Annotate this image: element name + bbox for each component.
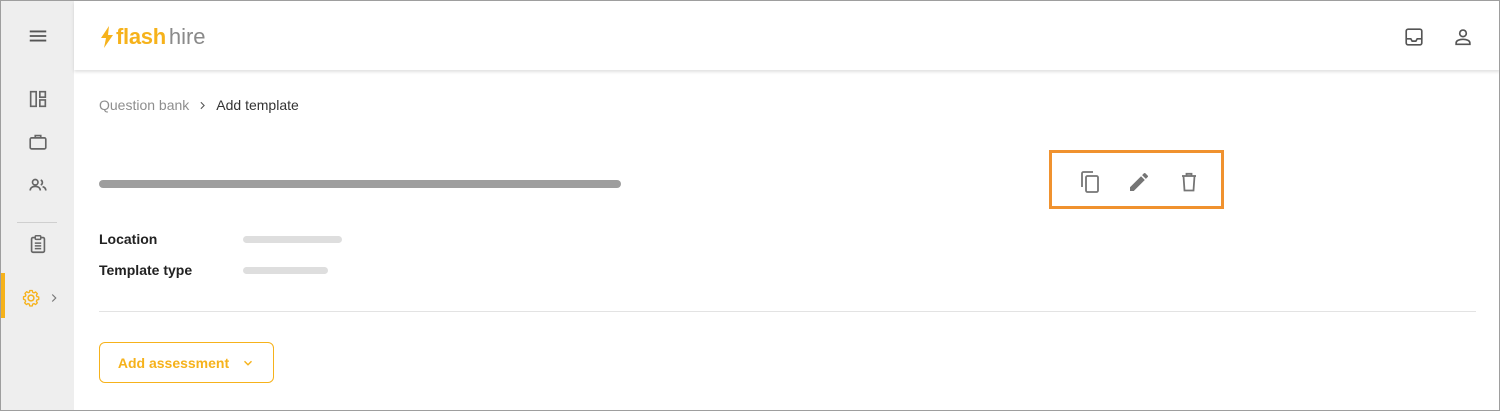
people-icon [28,178,47,191]
delete-trash-icon[interactable] [1176,169,1202,195]
sidebar-item-question-bank[interactable] [1,226,74,262]
add-assessment-label: Add assessment [117,354,230,371]
brand-name-secondary: hire [168,24,206,49]
clipboard-icon [30,235,45,254]
main-content: Question bank Add template Location Temp… [74,70,1499,410]
lightning-icon [101,26,113,48]
sidebar [1,1,74,410]
dashboard-icon [29,90,46,108]
sidebar-divider [17,222,57,223]
chevron-down-icon [244,360,253,366]
template-type-label: Template type [99,262,193,278]
breadcrumb-current: Add template [216,97,299,113]
briefcase-icon [28,134,47,150]
brand-name-primary: flash [116,24,166,49]
account-icon[interactable] [1451,25,1475,49]
sidebar-item-settings[interactable] [21,285,67,311]
brand-logo[interactable]: flash hire [100,22,206,52]
copy-icon[interactable] [1077,169,1103,195]
breadcrumb-question-bank[interactable]: Question bank [99,97,189,113]
top-bar: flash hire [74,1,1499,70]
add-assessment-button[interactable]: Add assessment [99,342,274,383]
sidebar-active-indicator [1,273,5,318]
sidebar-item-candidates[interactable] [1,167,74,203]
template-type-value-placeholder [243,267,328,274]
breadcrumb: Question bank Add template [99,97,299,113]
edit-pencil-icon[interactable] [1126,169,1152,195]
sidebar-item-jobs[interactable] [1,124,74,160]
gear-icon [22,289,40,307]
location-value-placeholder [243,236,342,243]
inbox-icon[interactable] [1402,25,1426,49]
sidebar-item-dashboard[interactable] [1,81,74,117]
app-window: flash hire Question bank Add template Lo… [0,0,1500,411]
section-divider [99,311,1476,312]
hamburger-menu-icon[interactable] [1,18,74,54]
chevron-right-icon [196,99,209,112]
chevron-right-icon [51,294,57,302]
template-title-placeholder [99,180,621,188]
location-label: Location [99,231,158,247]
template-actions-highlight [1049,150,1224,209]
